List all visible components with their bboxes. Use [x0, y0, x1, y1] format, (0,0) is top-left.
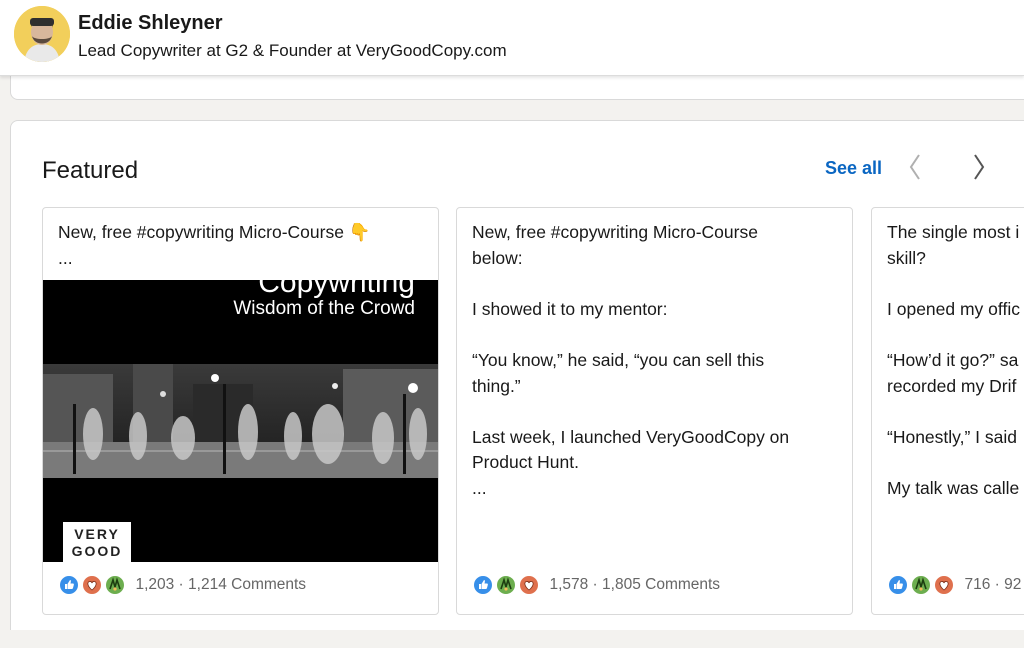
celebrate-icon [910, 574, 932, 596]
likes-count: 1,578 [549, 576, 589, 593]
card-line: Last week, I launched VeryGoodCopy on [472, 426, 790, 447]
profile-name[interactable]: Eddie Shleyner [78, 12, 223, 35]
celebrate-icon [104, 574, 126, 596]
card-line: “Honestly,” I said [887, 426, 1017, 447]
card-line: thing.” [472, 375, 521, 396]
card-line: I showed it to my mentor: [472, 298, 668, 319]
love-icon [933, 574, 955, 596]
comments-count: 92 [1004, 576, 1022, 593]
featured-card[interactable]: New, free #copywriting Micro-Course 👇 ..… [42, 207, 439, 615]
featured-section: Featured See all New, free #copywriting … [10, 120, 1024, 648]
love-icon [81, 574, 103, 596]
card-line: skill? [887, 247, 926, 268]
featured-card[interactable]: New, free #copywriting Micro-Course belo… [456, 207, 853, 615]
likes-count: 1,203 [135, 576, 175, 593]
comments-count: 1,805 Comments [602, 576, 721, 593]
card-line: “You know,” he said, “you can sell this [472, 349, 765, 370]
card-line: below: [472, 247, 523, 268]
card-line: My talk was calle [887, 477, 1020, 498]
card-line: I opened my offic [887, 298, 1020, 319]
card-line [887, 322, 1024, 348]
social-counts[interactable]: 716 · 92 [887, 574, 1021, 600]
card-line: New, free #copywriting Micro-Course [472, 222, 758, 242]
card-line: ... [472, 477, 487, 498]
love-icon [518, 574, 540, 596]
card-line [472, 322, 842, 348]
card-line: The single most i [887, 222, 1020, 242]
celebrate-icon [495, 574, 517, 596]
image-title: Copywriting [258, 280, 415, 299]
verygood-logo: VERY GOOD [61, 520, 133, 562]
card-text: The single most i skill? I opened my off… [887, 220, 1024, 502]
chevron-left-icon[interactable] [901, 151, 931, 183]
profile-headline: Lead Copywriter at G2 & Founder at VeryG… [78, 41, 507, 60]
card-text: New, free #copywriting Micro-Course belo… [472, 220, 842, 502]
featured-card[interactable]: The single most i skill? I opened my off… [871, 207, 1024, 615]
card-line [472, 271, 842, 297]
reaction-count[interactable]: 1,578 · 1,805 Comments [549, 576, 720, 594]
image-subtitle: Wisdom of the Crowd [233, 298, 415, 319]
like-icon [887, 574, 909, 596]
page-background [0, 630, 1024, 648]
card-text: New, free #copywriting Micro-Course 👇 ..… [58, 220, 428, 271]
comments-count: 1,214 Comments [188, 576, 307, 593]
card-line [887, 450, 1024, 476]
see-all-link[interactable]: See all [825, 158, 882, 179]
reaction-count[interactable]: 716 · 92 [964, 576, 1021, 594]
profile-header: Eddie Shleyner Lead Copywriter at G2 & F… [0, 0, 1024, 76]
like-icon [58, 574, 80, 596]
card-line: “How’d it go?” sa [887, 349, 1019, 370]
social-counts[interactable]: 1,203 · 1,214 Comments [58, 574, 306, 600]
likes-count: 716 [964, 576, 991, 593]
card-line: Product Hunt. [472, 452, 579, 473]
card-line [887, 271, 1024, 297]
card-image[interactable]: Copywriting Wisdom of the Crowd VERY GOO… [43, 280, 438, 562]
social-counts[interactable]: 1,578 · 1,805 Comments [472, 574, 720, 600]
avatar-photo-icon [14, 6, 70, 62]
card-line: New, free #copywriting Micro-Course 👇 [58, 222, 371, 242]
logo-line: VERY [74, 526, 120, 542]
avatar[interactable] [14, 6, 70, 62]
card-line [472, 399, 842, 425]
reaction-count[interactable]: 1,203 · 1,214 Comments [135, 576, 306, 594]
chevron-right-icon[interactable] [963, 151, 993, 183]
logo-line: GOOD [71, 543, 123, 559]
section-title: Featured [42, 157, 139, 184]
card-line [887, 399, 1024, 425]
card-line: ... [58, 247, 73, 268]
card-line: recorded my Drif [887, 375, 1017, 396]
street-photo [43, 364, 438, 478]
like-icon [472, 574, 494, 596]
